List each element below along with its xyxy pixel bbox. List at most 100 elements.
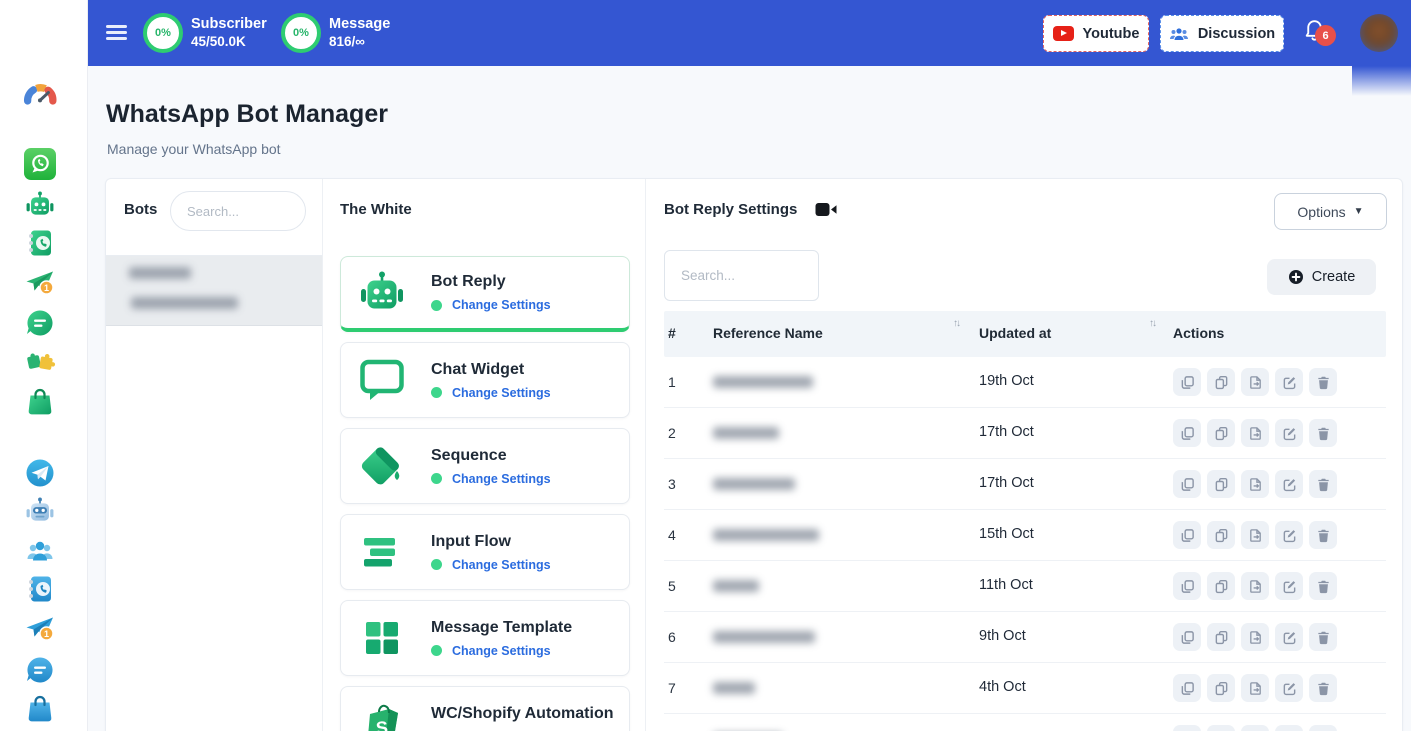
card-bot-reply[interactable]: Bot Reply Change Settings	[340, 256, 630, 332]
whatsapp-chat-icon[interactable]	[24, 307, 56, 339]
edit-button[interactable]	[1275, 674, 1303, 702]
delete-button[interactable]	[1309, 368, 1337, 396]
delete-button[interactable]	[1309, 674, 1337, 702]
telegram-chat-icon[interactable]	[24, 654, 56, 686]
copy-button[interactable]	[1173, 419, 1201, 447]
change-settings-link[interactable]: Change Settings	[452, 298, 551, 312]
page-title: WhatsApp Bot Manager	[106, 100, 388, 129]
whatsapp-contacts-icon[interactable]	[24, 227, 56, 259]
whatsapp-store-icon[interactable]	[24, 385, 56, 417]
table-row: 119th Oct	[664, 357, 1386, 408]
clone-button[interactable]	[1207, 572, 1235, 600]
clone-button[interactable]	[1207, 368, 1235, 396]
telegram-contacts-icon[interactable]	[24, 573, 56, 605]
delete-button[interactable]	[1309, 623, 1337, 651]
clone-button[interactable]	[1207, 521, 1235, 549]
change-settings-link[interactable]: Change Settings	[452, 644, 551, 658]
edit-button[interactable]	[1275, 419, 1303, 447]
create-button[interactable]: Create	[1267, 259, 1376, 295]
export-button[interactable]	[1241, 521, 1269, 549]
change-settings-link[interactable]: Change Settings	[452, 558, 551, 572]
youtube-button[interactable]: Youtube	[1043, 15, 1149, 52]
card-wc-shopify-automation[interactable]: S WC/Shopify Automation Change Settings	[340, 686, 630, 731]
export-button[interactable]	[1241, 368, 1269, 396]
whatsapp-icon[interactable]	[24, 148, 56, 180]
table-row: 74th Oct	[664, 663, 1386, 714]
row-actions	[1173, 419, 1337, 447]
change-settings-link[interactable]: Change Settings	[452, 472, 551, 486]
message-stat: 0% Message 816/∞	[281, 13, 390, 53]
user-avatar[interactable]	[1360, 14, 1398, 52]
copy-button[interactable]	[1173, 725, 1201, 731]
input-flow-icon	[357, 527, 407, 577]
youtube-button-label: Youtube	[1083, 26, 1140, 42]
telegram-bot-icon[interactable]	[24, 495, 56, 527]
row-index: 4	[668, 527, 676, 543]
bot-settings-panel: The White Bot Reply Change Settings Chat…	[323, 179, 646, 731]
card-chat-widget[interactable]: Chat Widget Change Settings	[340, 342, 630, 418]
menu-toggle-icon[interactable]	[106, 25, 127, 41]
svg-text:1: 1	[44, 283, 49, 293]
sort-icon[interactable]: ↑↓	[1149, 318, 1155, 329]
updated-at-value: 11th Oct	[979, 577, 1033, 593]
options-button[interactable]: Options ▼	[1274, 193, 1387, 230]
export-button[interactable]	[1241, 725, 1269, 731]
edit-button[interactable]	[1275, 572, 1303, 600]
edit-button[interactable]	[1275, 725, 1303, 731]
table-search-input[interactable]	[664, 250, 819, 301]
selected-bot-name: The White	[340, 201, 412, 218]
change-settings-link[interactable]: Change Settings	[452, 386, 551, 400]
row-index: 1	[668, 374, 676, 390]
whatsapp-broadcast-icon[interactable]: 1	[24, 266, 56, 298]
card-title: WC/Shopify Automation	[431, 705, 614, 722]
telegram-store-icon[interactable]	[24, 692, 56, 724]
copy-button[interactable]	[1173, 368, 1201, 396]
integrations-icon[interactable]	[24, 346, 56, 378]
delete-button[interactable]	[1309, 419, 1337, 447]
status-dot	[431, 559, 442, 570]
delete-button[interactable]	[1309, 572, 1337, 600]
edit-button[interactable]	[1275, 623, 1303, 651]
export-button[interactable]	[1241, 674, 1269, 702]
card-input-flow[interactable]: Input Flow Change Settings	[340, 514, 630, 590]
updated-at-value: 15th Oct	[979, 526, 1034, 542]
bots-search-input[interactable]	[170, 191, 306, 231]
card-message-template[interactable]: Message Template Change Settings	[340, 600, 630, 676]
export-button[interactable]	[1241, 572, 1269, 600]
telegram-groups-icon[interactable]	[24, 535, 56, 567]
delete-button[interactable]	[1309, 521, 1337, 549]
export-button[interactable]	[1241, 623, 1269, 651]
dashboard-gauge-icon[interactable]	[22, 79, 58, 115]
whatsapp-bot-icon[interactable]	[24, 189, 56, 221]
edit-button[interactable]	[1275, 470, 1303, 498]
reference-name-redacted	[713, 478, 795, 490]
export-button[interactable]	[1241, 470, 1269, 498]
discussion-button[interactable]: Discussion	[1160, 15, 1284, 52]
export-button[interactable]	[1241, 419, 1269, 447]
row-actions	[1173, 674, 1337, 702]
status-dot	[431, 473, 442, 484]
video-camera-icon[interactable]	[815, 202, 838, 217]
copy-button[interactable]	[1173, 572, 1201, 600]
telegram-broadcast-icon[interactable]: 1	[24, 612, 56, 644]
clone-button[interactable]	[1207, 623, 1235, 651]
notifications-button[interactable]: 6	[1302, 12, 1346, 54]
copy-button[interactable]	[1173, 674, 1201, 702]
copy-button[interactable]	[1173, 470, 1201, 498]
sort-icon[interactable]: ↑↓	[953, 318, 959, 329]
delete-button[interactable]	[1309, 470, 1337, 498]
copy-button[interactable]	[1173, 521, 1201, 549]
clone-button[interactable]	[1207, 725, 1235, 731]
edit-button[interactable]	[1275, 521, 1303, 549]
clone-button[interactable]	[1207, 674, 1235, 702]
delete-button[interactable]	[1309, 725, 1337, 731]
telegram-icon[interactable]	[24, 457, 56, 489]
copy-button[interactable]	[1173, 623, 1201, 651]
card-sequence[interactable]: Sequence Change Settings	[340, 428, 630, 504]
edit-button[interactable]	[1275, 368, 1303, 396]
table-row	[664, 714, 1386, 731]
discussion-button-label: Discussion	[1198, 26, 1275, 42]
clone-button[interactable]	[1207, 419, 1235, 447]
clone-button[interactable]	[1207, 470, 1235, 498]
bot-list-item-selected[interactable]	[106, 256, 322, 326]
